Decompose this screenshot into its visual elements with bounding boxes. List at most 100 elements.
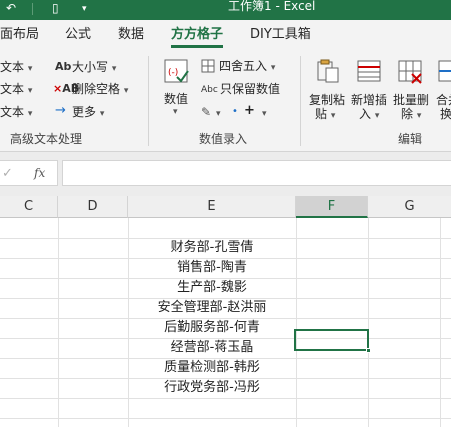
insert-icon: [357, 60, 381, 82]
chevron-down-icon: ▾: [111, 64, 117, 74]
round-button[interactable]: 四舍五入 ▾: [219, 59, 275, 75]
enter-check-icon[interactable]: ✓: [2, 166, 13, 181]
chevron-down-icon: ▾: [173, 107, 178, 117]
remove-spaces-label: 删除空格: [72, 82, 121, 96]
case-label: 大小写: [72, 60, 109, 74]
batch-delete-label-line2: 除 ▾: [401, 107, 421, 123]
column-header-f[interactable]: F: [296, 196, 368, 218]
gridline: [0, 398, 451, 399]
chevron-down-icon: ▾: [27, 64, 33, 74]
cell-e-value[interactable]: 安全管理部-赵洪丽: [128, 298, 296, 318]
text-menu-2[interactable]: 文本 ▾: [0, 82, 32, 98]
more-label: 更多: [72, 105, 97, 119]
text-menu-1-label: 文本: [0, 60, 25, 74]
batch-delete-label-line1: 批量删: [393, 93, 430, 107]
gridline: [58, 218, 59, 427]
insert-button[interactable]: 新增插: [351, 93, 387, 107]
copy-paste-button[interactable]: 复制粘: [309, 93, 345, 107]
active-cell-selection[interactable]: [294, 329, 369, 351]
column-header-c[interactable]: C: [0, 196, 58, 218]
insert-function-button[interactable]: fx: [34, 166, 45, 180]
chevron-down-icon: ▾: [330, 111, 336, 121]
copy-paste-label-line1: 复制粘: [309, 93, 346, 107]
batch-delete-label-line2-text: 除: [401, 107, 414, 121]
text-group-label: 高级文本处理: [10, 132, 83, 146]
column-header-g[interactable]: G: [368, 196, 451, 218]
chevron-down-icon: ▾: [270, 63, 276, 73]
number-icon: (-): [164, 59, 189, 83]
formula-buttons: ✓ fx: [0, 160, 58, 186]
formula-input[interactable]: [62, 160, 451, 186]
ribbon: 文本 ▾ 文本 ▾ 文本 ▾ Ab 大小写 ▾ ×AB 删除空格 ▾ → 更多 …: [0, 48, 451, 152]
svg-text:(-): (-): [168, 68, 178, 78]
round-icon: [201, 59, 215, 73]
keep-number-button[interactable]: 只保留数值: [220, 82, 280, 96]
tab-page-layout[interactable]: 页面布局: [0, 27, 39, 43]
copy-paste-label-line2: 贴 ▾: [315, 107, 335, 123]
title-bar: ↶ ▯ ▾ 工作簿1 - Excel: [0, 0, 451, 20]
save-icon[interactable]: ▯: [52, 1, 59, 15]
cell-e-value[interactable]: 质量检测部-韩彤: [128, 358, 296, 378]
column-header-e[interactable]: E: [128, 196, 296, 218]
copy-paste-icon: [317, 59, 339, 83]
text-menu-3-label: 文本: [0, 105, 25, 119]
group-separator: [148, 56, 149, 146]
insert-label-line2-text: 入: [359, 107, 372, 121]
chevron-down-icon: ▾: [216, 109, 221, 119]
number-group-label: 数值录入: [199, 132, 248, 146]
tab-data[interactable]: 数据: [118, 27, 144, 43]
formula-bar: ✓ fx: [0, 152, 451, 196]
edit-group-label: 编辑: [398, 132, 423, 146]
gridline: [0, 418, 451, 419]
insert-label-line2: 入 ▾: [359, 107, 379, 123]
ribbon-tabs: 页面布局 公式 数据 方方格子 DIY工具箱: [0, 20, 451, 48]
merge-label-line2: 换: [440, 107, 451, 121]
worksheet-grid[interactable]: C D E F G 财务部-孔雪倩 销售部-陶青 生产部-魏影 安全管理部-赵洪…: [0, 196, 451, 427]
merge-icon: [438, 60, 451, 82]
excel-window: ↶ ▯ ▾ 工作簿1 - Excel 页面布局 公式 数据 方方格子 DIY工具…: [0, 0, 451, 427]
text-menu-1[interactable]: 文本 ▾: [0, 60, 32, 76]
chevron-down-icon: ▾: [27, 86, 33, 96]
cell-e-value[interactable]: 行政党务部-冯彤: [128, 378, 296, 398]
cell-e-value[interactable]: 财务部-孔雪倩: [128, 238, 296, 258]
chevron-down-icon: ▾: [27, 109, 33, 119]
case-icon: Ab: [55, 60, 72, 73]
group-separator: [300, 56, 301, 146]
quick-access-separator: [32, 3, 33, 15]
chevron-down-icon: ▾: [123, 86, 129, 96]
gridline: [368, 218, 369, 427]
plus-icon[interactable]: +: [244, 104, 255, 118]
text-menu-2-label: 文本: [0, 82, 25, 96]
fill-handle[interactable]: [366, 348, 371, 353]
window-title: 工作簿1 - Excel: [228, 0, 316, 13]
insert-label-line1: 新增插: [351, 93, 388, 107]
copy-paste-label-line2-text: 贴: [315, 107, 328, 121]
chevron-down-icon: ▾: [262, 109, 267, 119]
cell-e-value[interactable]: 后勤服务部-何青: [128, 318, 296, 338]
case-button[interactable]: 大小写 ▾: [72, 60, 116, 76]
round-label: 四舍五入: [219, 59, 268, 73]
chevron-down-icon: ▾: [99, 109, 105, 119]
gridline: [296, 218, 297, 427]
text-menu-3[interactable]: 文本 ▾: [0, 105, 32, 121]
number-button[interactable]: 数值: [164, 92, 188, 106]
dots-icon: •: [232, 106, 238, 117]
edit-cell-icon[interactable]: ✎: [201, 105, 211, 119]
cell-e-value[interactable]: 经营部-蒋玉晶: [128, 338, 296, 358]
merge-label-line1: 合并: [436, 93, 451, 107]
tab-formulas[interactable]: 公式: [65, 27, 91, 43]
cell-e-value[interactable]: 生产部-魏影: [128, 278, 296, 298]
more-arrow-icon: →: [55, 103, 66, 118]
more-button[interactable]: 更多 ▾: [72, 105, 104, 121]
remove-spaces-button[interactable]: 删除空格 ▾: [72, 82, 128, 98]
cell-e-value[interactable]: 销售部-陶青: [128, 258, 296, 278]
undo-icon[interactable]: ↶: [6, 1, 16, 15]
chevron-down-icon: ▾: [416, 111, 422, 121]
tab-diy-toolbox[interactable]: DIY工具箱: [250, 27, 311, 43]
batch-delete-button[interactable]: 批量删: [393, 93, 429, 107]
merge-button[interactable]: 合并: [436, 93, 451, 107]
gridline: [440, 218, 441, 427]
tab-fangfang-gezi[interactable]: 方方格子: [171, 27, 223, 43]
customize-quick-access-icon[interactable]: ▾: [82, 2, 87, 16]
column-header-d[interactable]: D: [58, 196, 128, 218]
